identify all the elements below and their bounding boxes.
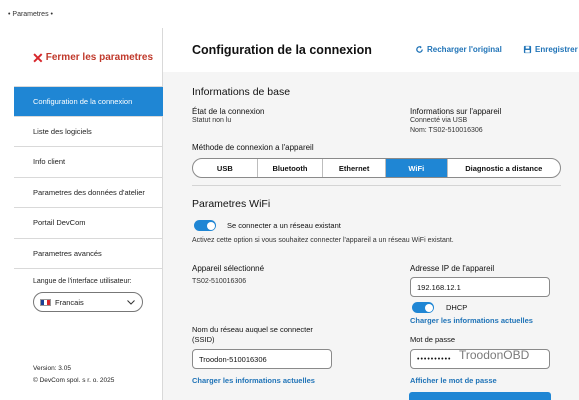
reload-icon: [416, 45, 423, 53]
ip-address-input[interactable]: 192.168.12.1: [410, 277, 550, 297]
show-password-link[interactable]: Afficher le mot de passe: [410, 376, 497, 385]
ssid-label: Nom du réseau auquel se connecter: [192, 325, 313, 334]
sidebar-item-software-list[interactable]: Liste des logiciels: [14, 117, 163, 147]
french-flag-icon: [40, 298, 51, 306]
connect-existing-toggle[interactable]: [194, 220, 216, 231]
ssid-label-suffix: (SSID): [192, 335, 215, 344]
page-header: Configuration de la connexion Recharger …: [163, 28, 579, 72]
language-label: Langue de l'interface utilisateur:: [33, 278, 132, 285]
method-usb[interactable]: USB: [193, 159, 258, 177]
dhcp-label: DHCP: [446, 303, 468, 312]
connection-method-selector: USB Bluetooth Ethernet WiFi Diagnostic a…: [192, 158, 561, 178]
page-title: Configuration de la connexion: [192, 43, 372, 57]
method-remote-diagnostic[interactable]: Diagnostic a distance: [448, 159, 560, 177]
chevron-down-icon: [127, 300, 135, 305]
selected-device-label: Appareil sélectionné: [192, 264, 265, 273]
password-label: Mot de passe: [410, 335, 456, 344]
sidebar-item-label: Liste des logiciels: [33, 126, 92, 136]
basic-info-title: Informations de base: [192, 86, 291, 98]
sidebar-item-advanced[interactable]: Parametres avancés: [14, 239, 163, 269]
copyright: © DevCom spol. s r. o. 2025: [33, 377, 115, 384]
connect-existing-label: Se connecter a un réseau existant: [227, 221, 341, 230]
device-name: Nom: TS02-510016306: [410, 127, 483, 134]
ip-address-label: Adresse IP de l'appareil: [410, 264, 495, 273]
sidebar-item-label: Info client: [33, 157, 66, 167]
device-info-label: Informations sur l'appareil: [410, 107, 502, 116]
password-overlay-text: TroodonOBD: [459, 348, 530, 362]
sidebar-item-label: Configuration de la connexion: [33, 96, 133, 106]
apply-button[interactable]: [409, 392, 551, 400]
connect-existing-description: Activez cette option si vous souhaitez c…: [192, 237, 454, 244]
sidebar-item-label: Portail DevCom: [33, 218, 86, 228]
load-current-ip-link[interactable]: Charger les informations actuelles: [410, 316, 533, 325]
sidebar-item-label: Parametres des données d'atelier: [33, 187, 145, 197]
method-bluetooth[interactable]: Bluetooth: [258, 159, 324, 177]
sidebar-item-label: Parametres avancés: [33, 248, 102, 258]
load-current-ssid-link[interactable]: Charger les informations actuelles: [192, 376, 315, 385]
close-settings-label: Fermer les parametres: [45, 52, 154, 63]
language-value: Francais: [55, 297, 84, 307]
connection-state-value: Statut non lu: [192, 117, 232, 124]
app-version: Version: 3.05: [33, 365, 71, 372]
method-wifi[interactable]: WiFi: [385, 159, 448, 177]
sidebar-item-client-info[interactable]: Info client: [14, 147, 163, 178]
selected-device-value: TS02-510016306: [192, 278, 247, 285]
settings-nav: Configuration de la connexion Liste des …: [14, 86, 163, 269]
connection-state-label: État de la connexion: [192, 107, 265, 116]
close-settings-button[interactable]: ✕ Fermer les parametres: [32, 49, 154, 66]
window-titlebar: • Parametres •: [0, 0, 579, 28]
settings-sidebar: ✕ Fermer les parametres Configuration de…: [14, 28, 163, 400]
wifi-settings-title: Parametres WiFi: [192, 198, 271, 210]
reload-original-button[interactable]: Recharger l'original: [415, 45, 502, 54]
window-title: • Parametres •: [8, 11, 53, 18]
sidebar-item-workshop-data[interactable]: Parametres des données d'atelier: [14, 178, 163, 208]
save-icon: [523, 45, 532, 54]
save-button[interactable]: Enregistrer: [523, 45, 578, 54]
ssid-input[interactable]: Troodon-510016306: [192, 349, 332, 369]
device-connection: Connecté via USB: [410, 117, 468, 124]
dhcp-toggle[interactable]: [412, 302, 434, 313]
section-divider: [192, 185, 561, 186]
method-ethernet[interactable]: Ethernet: [323, 159, 386, 177]
reload-original-label: Recharger l'original: [427, 45, 502, 54]
main-panel: Configuration de la connexion Recharger …: [163, 28, 579, 400]
connection-method-label: Méthode de connexion a l'appareil: [192, 143, 314, 152]
language-select[interactable]: Francais: [33, 292, 143, 312]
sidebar-item-connection[interactable]: Configuration de la connexion: [14, 86, 163, 117]
sidebar-item-devcom-portal[interactable]: Portail DevCom: [14, 208, 163, 239]
save-label: Enregistrer: [535, 45, 578, 54]
close-icon: ✕: [32, 49, 44, 66]
